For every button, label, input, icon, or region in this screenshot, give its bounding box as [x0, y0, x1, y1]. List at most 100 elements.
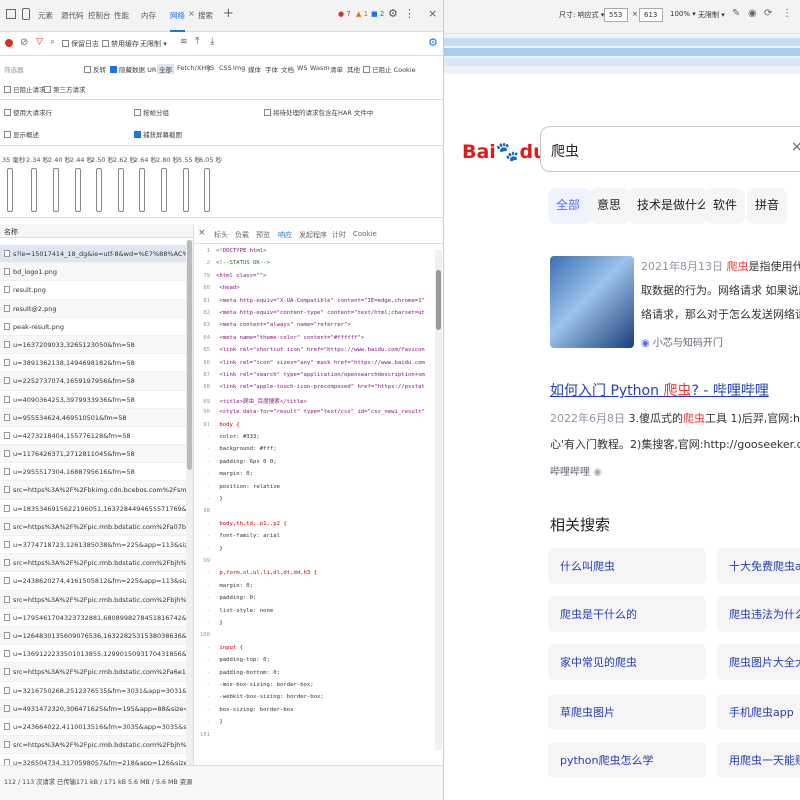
zoom-select[interactable]: 100% ▾: [670, 10, 696, 18]
device-toggle-icon[interactable]: [22, 8, 30, 20]
search-input[interactable]: 爬虫: [551, 141, 579, 161]
request-row[interactable]: src=https%3A%2F%2Fpic.rmb.bdstatic.com%2…: [0, 590, 186, 609]
clear-search-icon[interactable]: ×: [791, 139, 800, 155]
throttle-device-select[interactable]: 无限制 ▾: [698, 10, 725, 20]
invert-checkbox[interactable]: 反转: [84, 64, 106, 74]
eye-icon[interactable]: ◉: [748, 8, 757, 19]
type-media[interactable]: 媒体: [248, 64, 261, 74]
request-row[interactable]: u=1795461704323732881,680899827845181674…: [0, 609, 186, 627]
tab-elements[interactable]: 元素: [38, 10, 53, 21]
hide-data-urls-checkbox[interactable]: 隐藏数据 URL: [110, 64, 160, 74]
filter-input[interactable]: 筛选器: [4, 64, 80, 74]
related-item[interactable]: 十大免费爬虫app: [717, 548, 800, 584]
request-row[interactable]: peak-result.png: [0, 318, 186, 336]
response-code[interactable]: 1 <!DOCTYPE html> 2 <!--STATUS OK--> 79 <html…: [194, 248, 434, 768]
preserve-log-checkbox[interactable]: 保留日志: [62, 39, 99, 49]
related-item[interactable]: 家中常见的爬虫: [548, 644, 706, 680]
related-item[interactable]: 爬虫是干什么的: [548, 596, 706, 632]
request-row[interactable]: bd_logo1.png: [0, 263, 186, 282]
third-party-checkbox[interactable]: 第三方请求: [44, 84, 86, 94]
request-row[interactable]: u=1176426371,2712811045&fm=58: [0, 445, 186, 464]
info-count-badge[interactable]: ■ 2: [371, 10, 384, 18]
request-row[interactable]: u=326504734,3170598057&fm=218&app=126&si…: [0, 754, 186, 765]
detail-tab-preview[interactable]: 预览: [256, 230, 270, 240]
request-row[interactable]: u=1264830135609076536,163228253153803863…: [0, 626, 186, 646]
search-box[interactable]: 爬虫 ×: [540, 126, 800, 172]
clear-icon[interactable]: ⊘: [20, 37, 28, 48]
request-row[interactable]: u=2955517304,1688795616&fm=58: [0, 463, 186, 482]
related-item[interactable]: python爬虫怎么学: [548, 742, 706, 778]
filter-icon[interactable]: ▽: [36, 37, 43, 47]
rotate-icon[interactable]: ⟳: [764, 8, 772, 19]
result-thumbnail[interactable]: [550, 256, 634, 348]
timeline-tick[interactable]: 2.80 秒: [156, 154, 179, 164]
timeline-tick[interactable]: 5.55 秒: [178, 154, 201, 164]
warning-count-badge[interactable]: ▲ 1: [356, 10, 368, 18]
media-bar[interactable]: [444, 48, 800, 56]
close-devtools-icon[interactable]: ×: [428, 7, 437, 20]
screenshot-thumb[interactable]: [53, 168, 59, 212]
screenshots-checkbox[interactable]: 捕获屏幕截图: [134, 129, 182, 139]
type-font[interactable]: 字体: [265, 64, 278, 74]
type-other[interactable]: 其他: [347, 64, 360, 74]
request-row[interactable]: u=3774718723,1261385038&fm=225&app=113&s…: [0, 536, 186, 555]
detail-tab-response[interactable]: 响应: [278, 230, 292, 240]
detail-tab-timing[interactable]: 计时: [332, 230, 346, 240]
detail-tab-headers[interactable]: 标头: [214, 230, 228, 240]
network-settings-icon[interactable]: ⚙: [428, 36, 438, 49]
search-tab-all[interactable]: 全部: [556, 196, 580, 213]
request-row[interactable]: u=4931472320,306471625&fm=195&app=88&siz…: [0, 699, 186, 718]
timeline-tick[interactable]: 6.05 秒: [199, 154, 222, 164]
type-ws[interactable]: WS: [297, 64, 308, 72]
disable-cache-checkbox[interactable]: 禁用缓存: [102, 39, 139, 49]
screenshot-thumb[interactable]: [139, 168, 145, 212]
timeline-tick[interactable]: 2.40 秒: [48, 154, 71, 164]
related-item[interactable]: 草爬虫图片: [548, 694, 706, 730]
response-scrollbar[interactable]: [435, 250, 442, 750]
error-count-badge[interactable]: ● 7: [338, 10, 351, 18]
timeline-tick[interactable]: 2.64 秒: [134, 154, 157, 164]
more-icon[interactable]: ⋮: [404, 7, 415, 20]
request-row[interactable]: result.png: [0, 281, 186, 300]
settings-icon[interactable]: ⚙: [388, 7, 398, 20]
request-row[interactable]: u=1369122233501013855,129901509317043185…: [0, 645, 186, 664]
tab-network[interactable]: 网络: [170, 10, 185, 32]
request-row[interactable]: u=1637209033,3265123050&fm=58: [0, 335, 186, 355]
request-row[interactable]: u=2438620274,4161505812&fm=225&app=113&s…: [0, 572, 186, 591]
height-input[interactable]: 613: [639, 8, 663, 22]
search-tab-meaning[interactable]: 意思: [597, 196, 621, 213]
blocked-requests-checkbox[interactable]: 已阻止请求: [4, 84, 46, 94]
request-row[interactable]: u=4273218404,155776128&fm=58: [0, 427, 186, 446]
type-manifest[interactable]: 清单: [330, 64, 343, 74]
inspect-icon[interactable]: [6, 9, 16, 19]
search-tab-pinyin[interactable]: 拼音: [755, 196, 779, 213]
screenshot-thumb[interactable]: [96, 168, 102, 212]
close-detail-icon[interactable]: ×: [198, 228, 206, 238]
device-more-icon[interactable]: ⋮: [782, 8, 792, 19]
upload-icon[interactable]: ⤒: [195, 36, 199, 47]
detail-tab-initiator[interactable]: 发起程序: [299, 230, 327, 240]
type-all[interactable]: 全部: [157, 64, 174, 74]
detail-tab-payload[interactable]: 负载: [235, 230, 249, 240]
request-row[interactable]: u=2252737074,1659197956&fm=58: [0, 372, 186, 391]
request-row[interactable]: s?ie=15017414_18_dg&ie=utf-8&wd=%E7%88%A…: [0, 245, 186, 264]
related-item[interactable]: 用爬虫一天能赚多: [717, 742, 800, 778]
result2-title[interactable]: 如何入门 Python 爬虫? - 哔哩哔哩: [550, 380, 769, 400]
request-row[interactable]: src=https%3A%2F%2Fpic.rmb.bdstatic.com%2…: [0, 663, 186, 682]
group-by-frame-checkbox[interactable]: 按帧分组: [134, 107, 169, 117]
related-item[interactable]: 手机爬虫app: [717, 694, 800, 730]
search-icon[interactable]: ⌕: [50, 37, 55, 47]
search-tab-tech[interactable]: 技术是做什么: [637, 196, 709, 213]
type-css[interactable]: CSS: [219, 64, 232, 72]
related-item[interactable]: 爬虫图片大全大图: [717, 644, 800, 680]
related-item[interactable]: 什么叫爬虫: [548, 548, 706, 584]
detail-tab-cookie[interactable]: Cookie: [353, 230, 377, 238]
tab-console[interactable]: 控制台: [88, 10, 111, 21]
screenshot-thumb[interactable]: [75, 168, 81, 212]
request-row[interactable]: u=3216750268,2512376535&fm=3031&app=3031…: [0, 682, 186, 700]
download-icon[interactable]: ⤓: [210, 36, 214, 47]
screenshot-thumb[interactable]: [118, 168, 124, 212]
record-icon[interactable]: [5, 39, 13, 47]
media-bar[interactable]: [444, 38, 800, 46]
request-row[interactable]: u=955534624,469510501&fm=58: [0, 408, 186, 427]
